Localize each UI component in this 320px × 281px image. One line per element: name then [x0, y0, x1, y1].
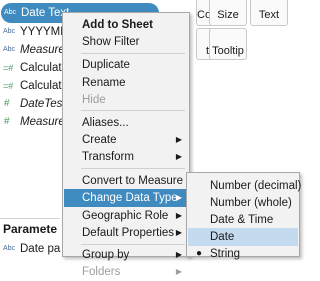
section-divider — [0, 218, 60, 219]
calculated-number-icon: =# — [3, 81, 14, 91]
menu-item-geographic-role[interactable]: Geographic Role ▶ — [64, 207, 188, 225]
submenu-arrow-icon: ▶ — [175, 135, 182, 144]
parameters-heading: Paramete — [3, 222, 58, 236]
menu-item-show-filter[interactable]: Show Filter — [64, 33, 188, 51]
menu-item-aliases[interactable]: Aliases... — [64, 114, 188, 132]
size-card[interactable]: Size — [209, 0, 247, 26]
tooltip-card[interactable]: Tooltip — [209, 28, 247, 60]
menu-item-folders: Folders ▶ — [64, 263, 188, 281]
data-type-number-whole[interactable]: Number (whole) — [188, 194, 298, 212]
submenu-arrow-icon: ▶ — [175, 211, 182, 220]
parameter-label: Date pa — [20, 243, 61, 255]
data-type-date[interactable]: Date — [188, 228, 298, 246]
text-card-label: Text — [258, 9, 280, 21]
number-type-icon: # — [4, 116, 10, 127]
submenu-arrow-icon: ▶ — [175, 228, 182, 237]
text-card[interactable]: Text — [250, 0, 288, 26]
field-label: Measure — [20, 116, 65, 128]
submenu-arrow-icon: ▶ — [175, 152, 182, 161]
field-label: Calculat — [20, 80, 62, 92]
menu-item-convert-to-measure[interactable]: Convert to Measure — [64, 172, 188, 190]
menu-separator — [81, 53, 185, 54]
data-type-number-decimal[interactable]: Number (decimal) — [188, 177, 301, 195]
submenu-arrow-icon: ▶ — [175, 250, 182, 259]
menu-item-hide: Hide — [82, 94, 106, 106]
menu-item-change-data-type[interactable]: Change Data Type ▶ — [64, 189, 188, 207]
menu-separator — [81, 110, 185, 111]
change-data-type-submenu: Number (decimal) Number (whole) Date & T… — [186, 172, 301, 260]
string-type-icon: Abc — [3, 28, 16, 35]
string-type-icon: Abc — [3, 245, 16, 252]
field-context-menu: Add to Sheet Show Filter Duplicate Renam… — [62, 12, 190, 278]
field-label: DateTes — [20, 98, 63, 110]
size-card-label: Size — [217, 9, 239, 21]
selected-bullet-icon: ● — [196, 248, 203, 259]
menu-item-rename[interactable]: Rename — [64, 74, 188, 92]
menu-separator — [81, 168, 185, 169]
menu-item-default-properties[interactable]: Default Properties ▶ — [64, 224, 188, 242]
number-type-icon: # — [4, 98, 10, 109]
submenu-arrow-icon: ▶ — [175, 193, 182, 202]
tooltip-card-label: Tooltip — [212, 45, 244, 57]
string-type-icon: Abc — [3, 46, 16, 53]
data-type-date-time[interactable]: Date & Time — [188, 211, 298, 229]
calculated-number-icon: =# — [3, 63, 14, 73]
menu-item-group-by[interactable]: Group by ▶ — [64, 246, 188, 264]
menu-item-transform[interactable]: Transform ▶ — [64, 148, 188, 166]
menu-item-duplicate[interactable]: Duplicate — [64, 56, 188, 74]
field-label: Measure — [20, 44, 65, 56]
submenu-arrow-icon: ▶ — [175, 267, 182, 276]
menu-item-add-to-sheet[interactable]: Add to Sheet — [64, 16, 188, 34]
string-type-icon: Abc — [4, 9, 17, 16]
menu-item-create[interactable]: Create ▶ — [64, 131, 188, 149]
field-label: Calculat — [20, 62, 62, 74]
data-type-string[interactable]: ● String — [188, 245, 298, 263]
menu-separator — [81, 244, 185, 245]
